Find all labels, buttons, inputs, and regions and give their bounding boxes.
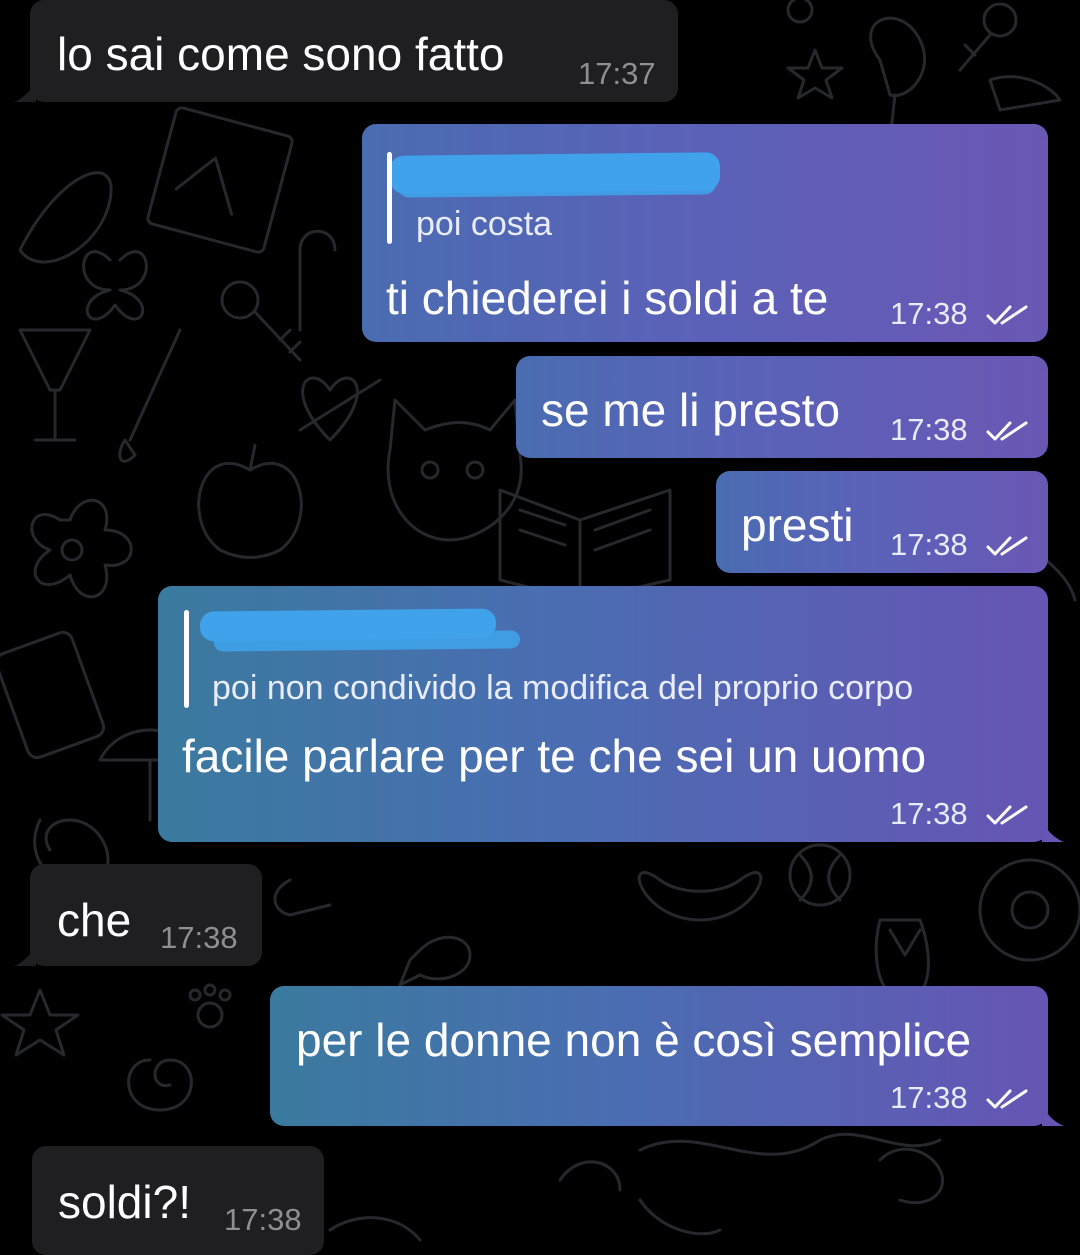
bubble-tail-incoming — [14, 944, 36, 966]
message-time: 17:38 — [224, 1202, 302, 1237]
message-bubble-incoming[interactable]: soldi?! 17:38 — [32, 1146, 324, 1255]
message-time: 17:38 — [890, 1080, 968, 1115]
message-text: per le donne non è così semplice — [296, 1014, 972, 1066]
reply-quote-text: poi non condivido la modifica del propri… — [212, 669, 914, 707]
message-time: 17:38 — [890, 412, 968, 447]
reply-quote-bar — [387, 152, 392, 244]
message-text: presti — [741, 499, 854, 551]
message-time: 17:38 — [890, 527, 968, 562]
double-check-icon — [986, 805, 1028, 825]
message-bubble-outgoing[interactable]: poi costa ti chiederei i soldi a te 17:3… — [362, 124, 1048, 342]
bubble-tail-incoming — [14, 80, 36, 102]
reply-quote-text: poi costa — [416, 205, 553, 243]
message-time: 17:37 — [578, 56, 656, 91]
redacted-reply-sender-stroke — [397, 172, 717, 198]
double-check-icon — [986, 536, 1028, 556]
message-text: se me li presto — [541, 384, 841, 436]
message-bubble-outgoing[interactable]: se me li presto 17:38 — [516, 356, 1048, 458]
message-bubble-incoming[interactable]: lo sai come sono fatto 17:37 — [30, 0, 678, 102]
message-text: soldi?! — [58, 1176, 191, 1228]
double-check-icon — [986, 1089, 1028, 1109]
message-bubble-incoming[interactable]: che 17:38 — [30, 864, 262, 966]
message-time: 17:38 — [890, 796, 968, 831]
bubble-tail-outgoing — [1042, 820, 1064, 842]
message-text: che — [57, 894, 132, 946]
bubble-tail-outgoing — [1042, 1104, 1064, 1126]
message-text: lo sai come sono fatto — [57, 28, 505, 80]
double-check-icon — [986, 305, 1028, 325]
message-bubble-outgoing[interactable]: per le donne non è così semplice 17:38 — [270, 986, 1048, 1126]
message-text: facile parlare per te che sei un uomo — [182, 730, 927, 782]
message-time: 17:38 — [160, 920, 238, 955]
message-bubble-outgoing[interactable]: poi non condivido la modifica del propri… — [158, 586, 1048, 842]
message-time: 17:38 — [890, 296, 968, 331]
redacted-reply-sender-stroke — [213, 630, 521, 652]
reply-quote-bar — [184, 610, 189, 708]
double-check-icon — [986, 421, 1028, 441]
message-text: ti chiederei i soldi a te — [386, 272, 829, 324]
message-bubble-outgoing[interactable]: presti 17:38 — [716, 471, 1048, 573]
